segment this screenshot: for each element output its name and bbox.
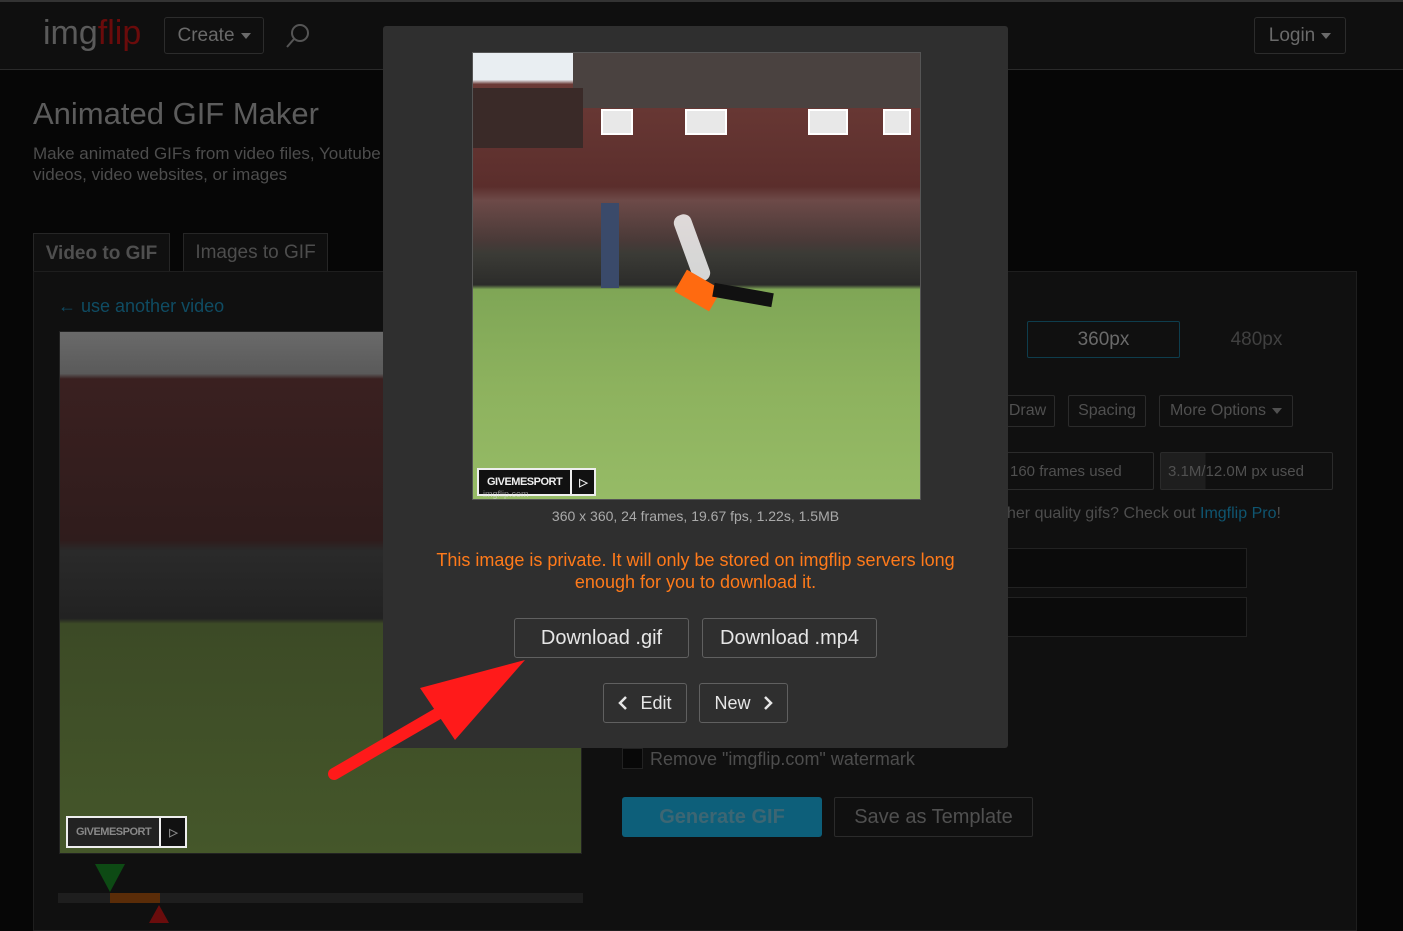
tab-video-to-gif[interactable]: Video to GIF — [33, 233, 170, 273]
px-used-meter: 3.1M/12.0M px used — [1160, 452, 1333, 490]
video-watermark: GIVEMESPORT ▷ — [66, 816, 188, 848]
logo-text: img — [43, 14, 98, 52]
timeline-selection — [110, 893, 160, 903]
imgflip-logo[interactable]: imgflip — [43, 14, 141, 53]
start-handle[interactable] — [95, 864, 125, 892]
page-subtitle: Make animated GIFs from video files, You… — [33, 144, 381, 184]
size-label: 360px — [1077, 328, 1130, 350]
tab-images-to-gif[interactable]: Images to GIF — [183, 233, 328, 271]
button-label: Edit — [640, 692, 672, 713]
pro-promo: her quality gifs? Check out Imgflip Pro! — [1007, 505, 1281, 523]
tab-label: Video to GIF — [45, 242, 158, 264]
search-icon[interactable] — [284, 22, 312, 50]
remove-watermark-checkbox[interactable] — [622, 748, 643, 769]
more-options-button[interactable]: More Options — [1159, 395, 1293, 427]
use-another-video-link[interactable]: ← use another video — [58, 296, 224, 317]
private-notice: This image is private. It will only be s… — [436, 550, 955, 592]
save-as-template-button[interactable]: Save as Template — [834, 797, 1033, 837]
button-label: Generate GIF — [659, 805, 785, 828]
caret-down-icon — [240, 32, 251, 39]
button-label: Draw — [1008, 402, 1047, 419]
imgflip-pro-link[interactable]: Imgflip Pro — [1200, 505, 1276, 522]
page-title: Animated GIF Maker — [33, 96, 319, 131]
play-icon: ▷ — [169, 826, 178, 839]
frames-used-meter: 160 frames used — [1000, 452, 1154, 490]
chevron-right-icon — [763, 696, 773, 710]
meter-label: 3.1M/12.0M px used — [1168, 462, 1304, 480]
text-input[interactable] — [1000, 597, 1247, 637]
meter-label: 160 frames used — [1010, 462, 1122, 480]
gif-info: 360 x 360, 24 frames, 19.67 fps, 1.22s, … — [551, 508, 840, 524]
imgflip-watermark: imgflip.com — [483, 489, 529, 499]
draw-button[interactable]: Draw — [1000, 395, 1055, 427]
watermark-text: GIVEMESPORT — [68, 818, 162, 846]
new-button[interactable]: New — [699, 683, 788, 723]
button-label: More Options — [1169, 402, 1267, 419]
tab-label: Images to GIF — [195, 241, 316, 263]
caret-down-icon — [1272, 408, 1283, 414]
play-icon: ▷ — [579, 476, 588, 489]
logo-text-accent: flip — [97, 14, 142, 52]
chevron-left-icon — [618, 696, 628, 710]
promo-text: her quality gifs? Check out — [1007, 505, 1200, 522]
button-label: New — [714, 692, 751, 713]
edit-button[interactable]: Edit — [603, 683, 687, 723]
caret-down-icon — [1321, 32, 1332, 39]
generate-gif-button[interactable]: Generate GIF — [622, 797, 822, 837]
remove-watermark-label: Remove "imgflip.com" watermark — [650, 749, 915, 769]
generated-gif-preview: GIVEMESPORT ▷ imgflip.com — [472, 52, 921, 500]
create-menu-button[interactable]: Create — [164, 17, 264, 54]
create-label: Create — [177, 24, 235, 46]
button-label: Save as Template — [854, 805, 1013, 828]
download-mp4-button[interactable]: Download .mp4 — [702, 618, 877, 658]
download-gif-button[interactable]: Download .gif — [514, 618, 689, 658]
button-label: Spacing — [1078, 402, 1136, 419]
timeline-track[interactable] — [58, 893, 583, 903]
end-handle[interactable] — [149, 905, 169, 923]
button-label: Download .gif — [540, 626, 663, 649]
size-label: 480px — [1230, 328, 1283, 350]
promo-suffix: ! — [1276, 505, 1281, 522]
size-480px-option[interactable]: 480px — [1180, 321, 1333, 358]
annotation-arrow-icon — [328, 660, 525, 780]
login-label: Login — [1268, 24, 1316, 46]
gif-result-modal: GIVEMESPORT ▷ imgflip.com 360 x 360, 24 f… — [383, 26, 1008, 748]
size-360px-option[interactable]: 360px — [1027, 321, 1180, 358]
text-input[interactable] — [1000, 548, 1247, 588]
login-button[interactable]: Login — [1254, 17, 1346, 54]
spacing-button[interactable]: Spacing — [1068, 395, 1146, 427]
button-label: Download .mp4 — [720, 626, 859, 649]
